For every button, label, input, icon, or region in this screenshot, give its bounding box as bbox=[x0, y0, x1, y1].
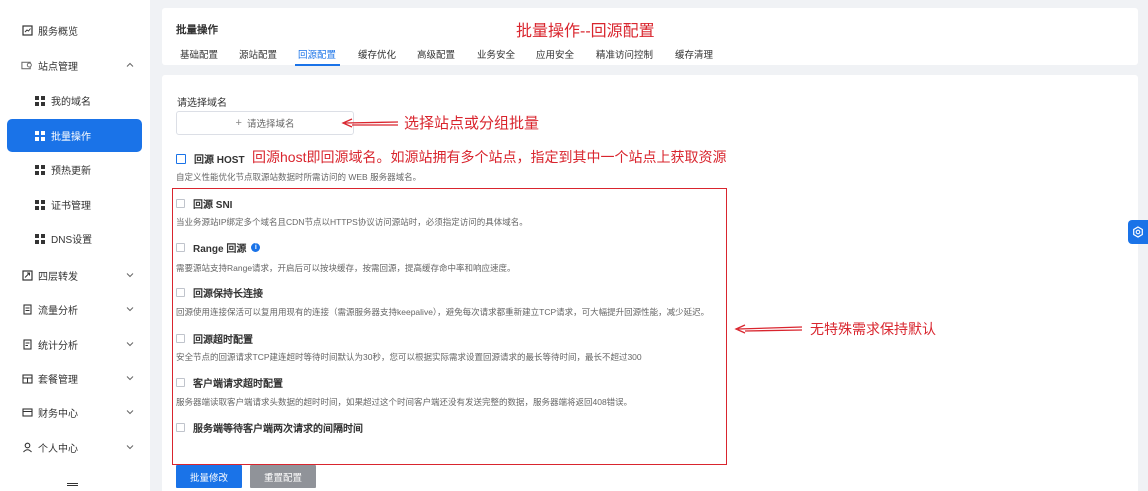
annotation-host: 回源host即回源域名。如源站拥有多个站点，指定到其中一个站点上获取资源 bbox=[252, 149, 727, 165]
arrow-icon bbox=[734, 324, 803, 334]
arrow-icon bbox=[341, 118, 399, 128]
gear-icon bbox=[1133, 226, 1143, 238]
annotation-default: 无特殊需求保持默认 bbox=[810, 321, 936, 337]
annotation-title: 批量操作--回源配置 bbox=[516, 23, 655, 40]
annotation-arrows bbox=[341, 118, 803, 334]
floating-settings-button[interactable] bbox=[1128, 220, 1148, 244]
annotation-select: 选择站点或分组批量 bbox=[404, 115, 540, 132]
